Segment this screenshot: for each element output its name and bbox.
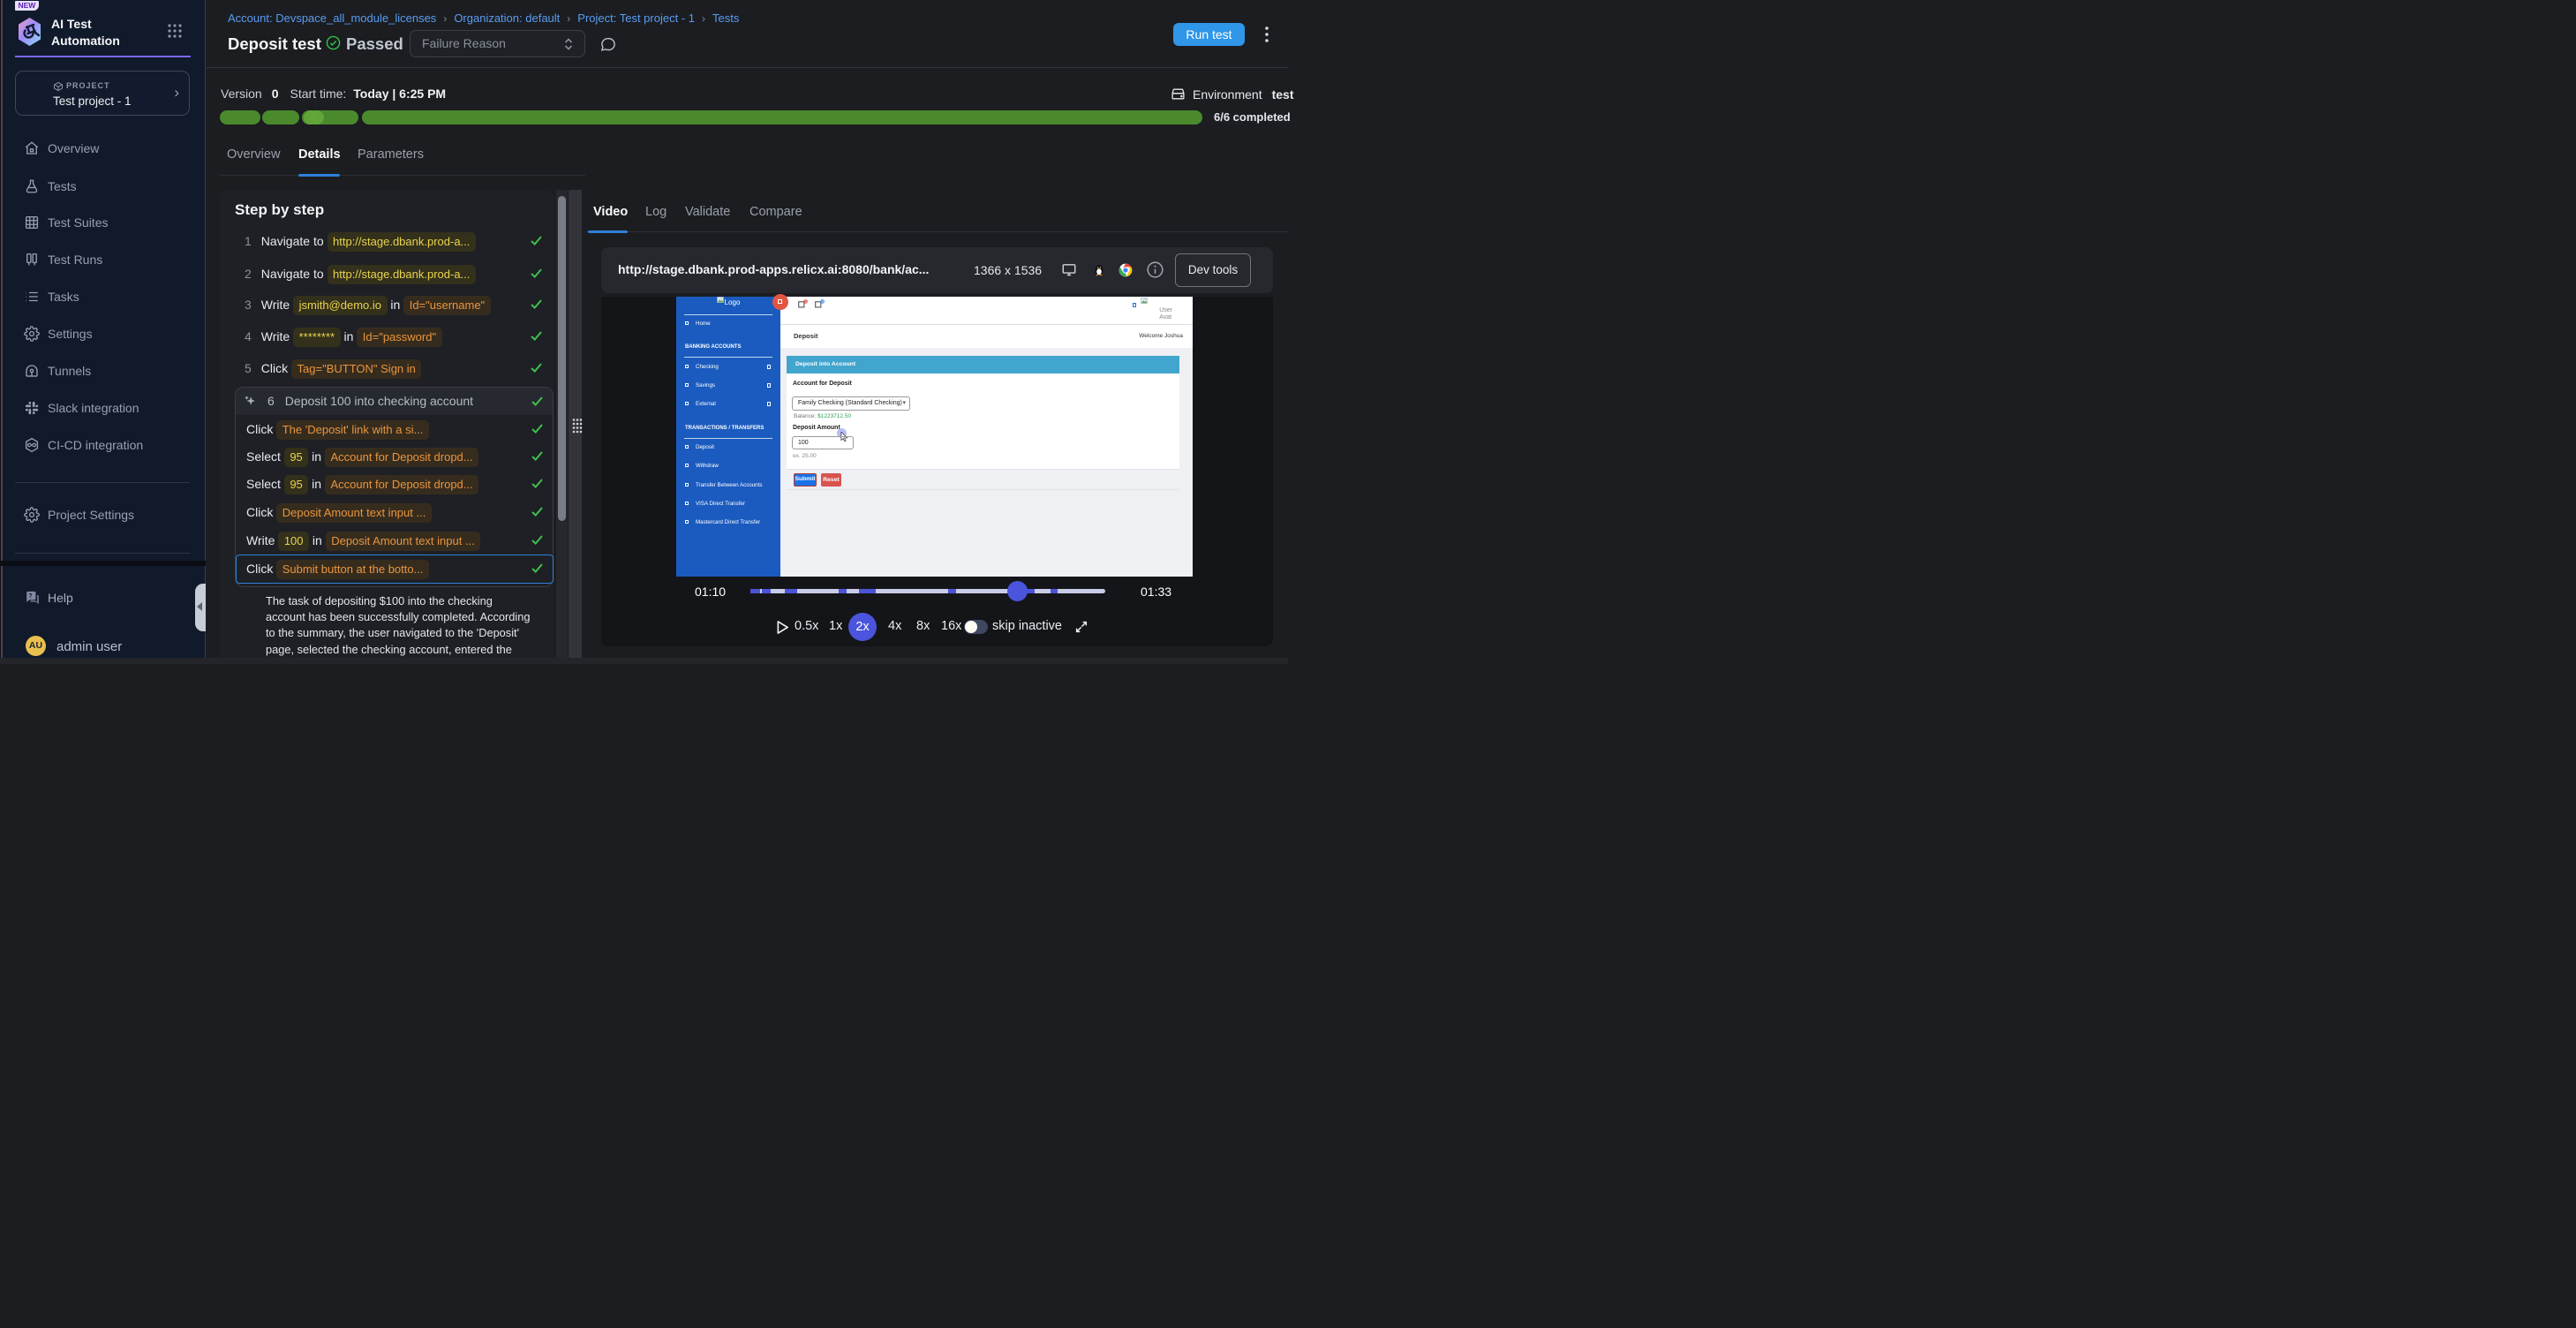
svg-text:?: ? — [28, 592, 32, 600]
